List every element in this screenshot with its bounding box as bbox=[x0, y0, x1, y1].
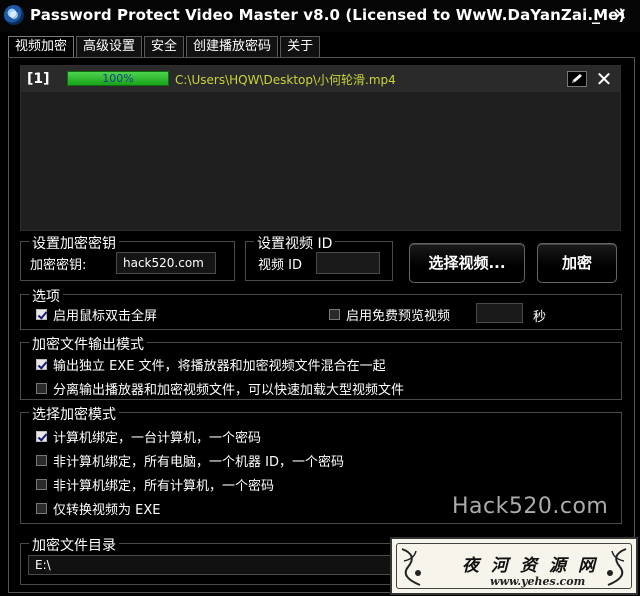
badge-url: www.yehes.com bbox=[490, 575, 586, 588]
encryption-key-legend: 设置加密密钥 bbox=[29, 233, 119, 253]
mode-convert-only-option[interactable]: 仅转换视频为 EXE bbox=[36, 499, 160, 518]
mode-machine-id-label: 非计算机绑定，所有电脑，一个机器 ID，一个密码 bbox=[53, 455, 344, 470]
tab-advanced-settings[interactable]: 高级设置 bbox=[76, 36, 143, 58]
video-id-field[interactable] bbox=[316, 252, 380, 274]
fullscreen-dblclick-checkbox[interactable] bbox=[36, 309, 47, 320]
window-title: Password Protect Video Master v8.0 (Lice… bbox=[30, 6, 626, 24]
video-id-label: 视频 ID bbox=[258, 258, 302, 273]
mode-all-computers-checkbox[interactable] bbox=[36, 479, 47, 490]
output-mode-legend: 加密文件输出模式 bbox=[29, 334, 147, 354]
queue-item[interactable]: [1] 100% C:\Users\HQW\Desktop\小何轮滑.mp4 ✕ bbox=[21, 66, 620, 92]
progress-bar: 100% bbox=[67, 71, 169, 86]
watermark-text: Hack520.com bbox=[452, 494, 609, 519]
app-window: Password Protect Video Master v8.0 (Lice… bbox=[0, 0, 640, 596]
title-bar[interactable]: Password Protect Video Master v8.0 (Lice… bbox=[0, 0, 640, 32]
output-dir-legend: 加密文件目录 bbox=[29, 535, 119, 555]
seconds-unit-label: 秒 bbox=[533, 310, 547, 325]
free-preview-checkbox[interactable] bbox=[329, 309, 340, 320]
mode-computer-bound-label: 计算机绑定，一台计算机，一个密码 bbox=[53, 431, 262, 446]
encryption-key-input[interactable]: hack520.com bbox=[116, 252, 216, 274]
close-window-button[interactable]: ✕ bbox=[610, 4, 630, 26]
output-separate-option[interactable]: 分离输出播放器和加密视频文件，可以快速加载大型视频文件 bbox=[36, 379, 404, 398]
free-preview-label: 启用免费预览视频 bbox=[346, 309, 451, 324]
mode-all-computers-option[interactable]: 非计算机绑定，所有计算机，一个密码 bbox=[36, 475, 274, 494]
tab-about[interactable]: 关于 bbox=[280, 36, 321, 58]
options-legend: 选项 bbox=[29, 286, 63, 306]
output-exe-option[interactable]: 输出独立 EXE 文件，将播放器和加密视频文件混合在一起 bbox=[36, 355, 386, 374]
encrypt-button[interactable]: 加密 bbox=[537, 243, 617, 283]
edit-icon[interactable] bbox=[567, 71, 587, 87]
video-id-legend: 设置视频 ID bbox=[254, 233, 336, 253]
tab-bar: 视频加密 高级设置 安全 创建播放密码 关于 bbox=[8, 36, 322, 58]
encryption-mode-legend: 选择加密模式 bbox=[29, 404, 119, 424]
video-queue-list[interactable]: [1] 100% C:\Users\HQW\Desktop\小何轮滑.mp4 ✕ bbox=[20, 65, 621, 231]
video-file-path: C:\Users\HQW\Desktop\小何轮滑.mp4 bbox=[175, 73, 396, 87]
fullscreen-dblclick-option[interactable]: 启用鼠标双击全屏 bbox=[36, 305, 157, 324]
preview-seconds-input[interactable] bbox=[476, 303, 523, 323]
mode-computer-bound-option[interactable]: 计算机绑定，一台计算机，一个密码 bbox=[36, 427, 261, 446]
encryption-key-label: 加密密钥: bbox=[30, 258, 87, 273]
tab-create-play-password[interactable]: 创建播放密码 bbox=[186, 36, 279, 58]
ornament-right-icon bbox=[607, 548, 627, 586]
mode-machine-id-option[interactable]: 非计算机绑定，所有电脑，一个机器 ID，一个密码 bbox=[36, 451, 344, 470]
select-video-button[interactable]: 选择视频... bbox=[409, 243, 525, 283]
tab-video-encrypt[interactable]: 视频加密 bbox=[8, 36, 75, 58]
mode-all-computers-label: 非计算机绑定，所有计算机，一个密码 bbox=[53, 479, 275, 494]
remove-item-icon[interactable]: ✕ bbox=[595, 69, 613, 89]
output-exe-label: 输出独立 EXE 文件，将播放器和加密视频文件混合在一起 bbox=[53, 359, 386, 374]
minimize-button[interactable]: _ bbox=[586, 4, 606, 26]
watermark-badge: 夜河资源网 www.yehes.com bbox=[390, 537, 638, 595]
output-separate-checkbox[interactable] bbox=[36, 383, 47, 394]
app-logo-icon bbox=[4, 5, 24, 25]
ornament-left-icon bbox=[401, 548, 421, 586]
fullscreen-dblclick-label: 启用鼠标双击全屏 bbox=[53, 309, 158, 324]
output-exe-checkbox[interactable] bbox=[36, 359, 47, 370]
badge-title: 夜河资源网 bbox=[462, 556, 607, 576]
mode-computer-bound-checkbox[interactable] bbox=[36, 431, 47, 442]
output-separate-label: 分离输出播放器和加密视频文件，可以快速加载大型视频文件 bbox=[53, 383, 405, 398]
free-preview-option[interactable]: 启用免费预览视频 bbox=[329, 305, 450, 324]
progress-percent: 100% bbox=[102, 72, 134, 85]
queue-item-index: [1] bbox=[27, 71, 50, 87]
tab-security[interactable]: 安全 bbox=[144, 36, 185, 58]
mode-convert-only-label: 仅转换视频为 EXE bbox=[53, 503, 161, 518]
mode-convert-only-checkbox[interactable] bbox=[36, 503, 47, 514]
mode-machine-id-checkbox[interactable] bbox=[36, 455, 47, 466]
